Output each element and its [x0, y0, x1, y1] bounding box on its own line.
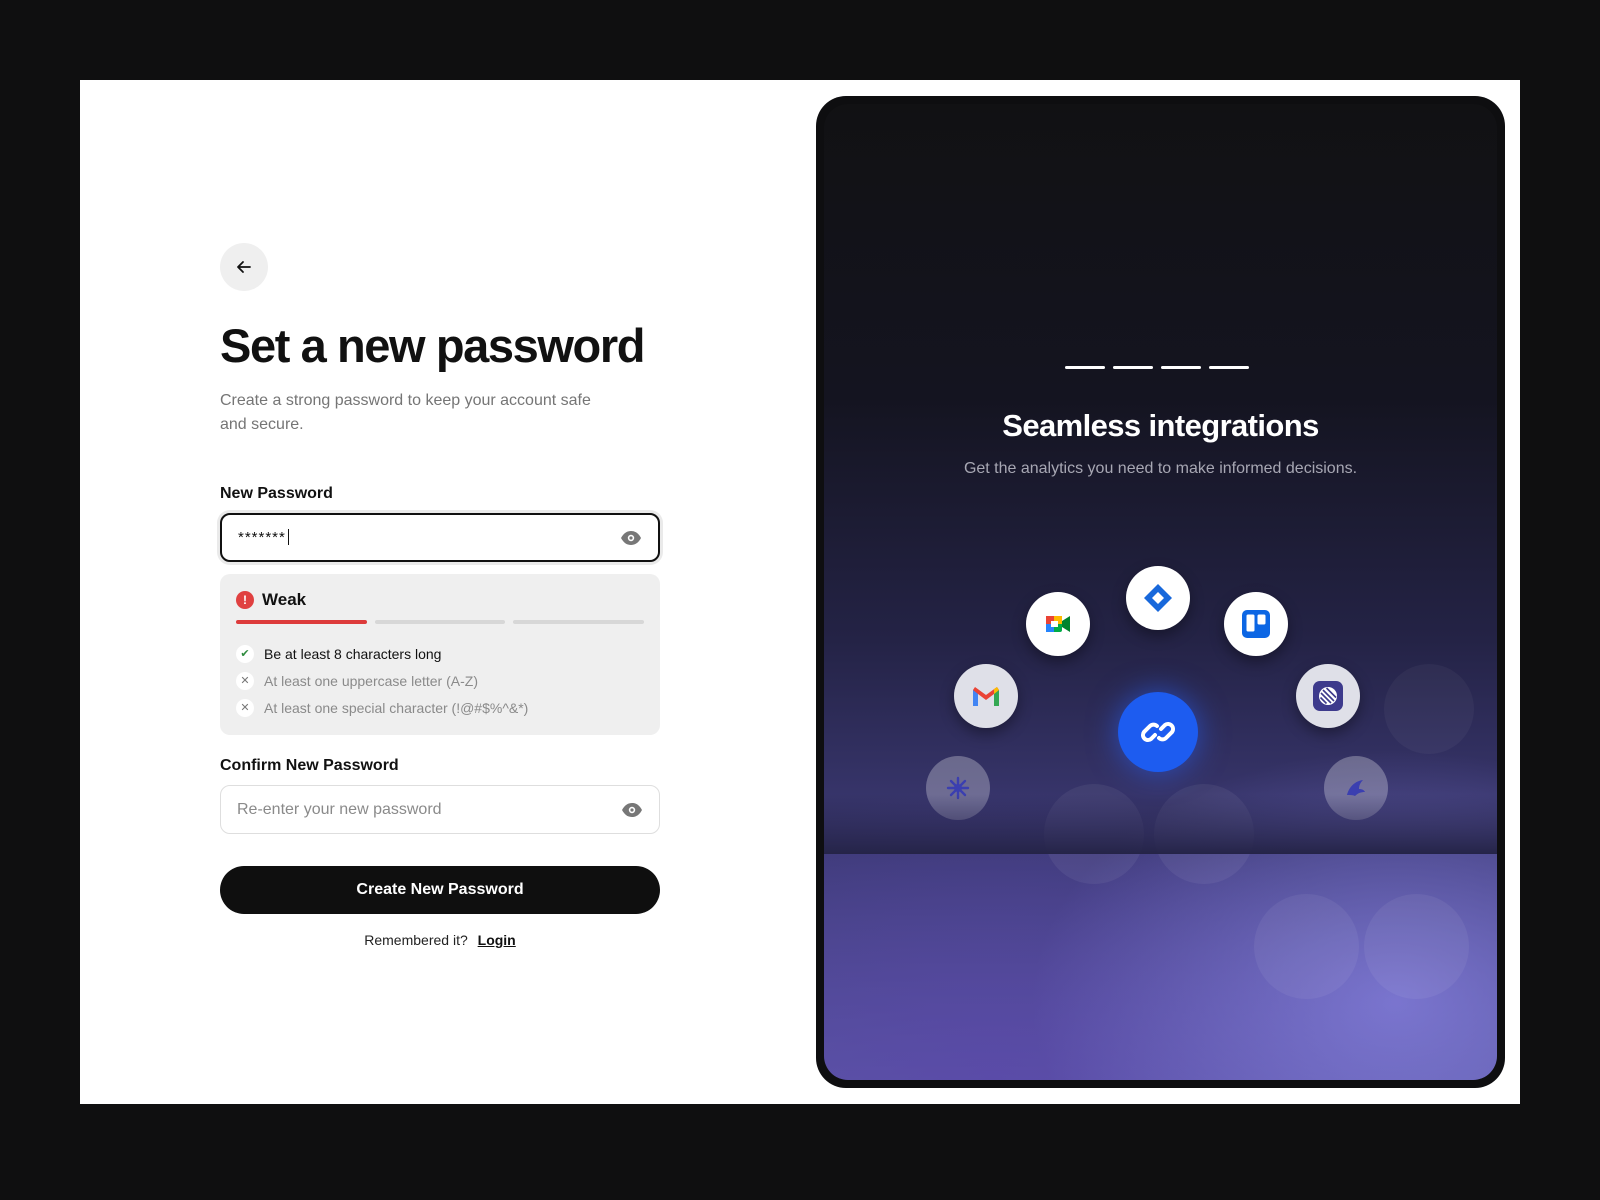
login-link[interactable]: Login — [478, 932, 516, 948]
panel-background: Seamless integrations Get the analytics … — [824, 104, 1497, 1080]
carousel-indicator[interactable] — [1065, 366, 1249, 369]
new-password-field[interactable]: ******* — [220, 513, 660, 563]
integrations-panel: Seamless integrations Get the analytics … — [816, 96, 1505, 1088]
app-frame: Set a new password Create a strong passw… — [80, 80, 1520, 1104]
carousel-dot[interactable] — [1209, 366, 1249, 369]
toggle-visibility-button[interactable] — [620, 527, 642, 549]
x-icon: ✕ — [236, 671, 254, 690]
footer-text: Remembered it? — [364, 932, 468, 949]
create-password-button[interactable]: Create New Password — [220, 866, 660, 915]
toggle-visibility-button[interactable] — [621, 799, 643, 821]
strength-segment — [513, 620, 645, 625]
linear-icon — [1296, 664, 1360, 728]
check-icon: ✔ — [236, 644, 254, 663]
trello-icon — [1224, 592, 1288, 656]
rule-item: ✕ At least one uppercase letter (A-Z) — [236, 667, 644, 694]
page-title: Set a new password — [220, 319, 645, 372]
alert-icon: ! — [236, 591, 254, 610]
rule-item: ✕ At least one special character (!@#$%^… — [236, 694, 644, 721]
carousel-dot[interactable] — [1065, 366, 1105, 369]
strength-segment — [374, 620, 506, 625]
password-strength-panel: ! Weak ✔ Be at least 8 characters long ✕… — [220, 574, 660, 736]
strength-segment — [236, 620, 367, 625]
confirm-password-label: Confirm New Password — [220, 757, 399, 775]
rule-text: Be at least 8 characters long — [264, 645, 442, 662]
back-button[interactable] — [220, 243, 268, 291]
login-prompt: Remembered it? Login — [220, 932, 660, 948]
panel-title: Seamless integrations — [1002, 408, 1319, 443]
arrow-left-icon — [237, 261, 251, 273]
panel-subtitle: Get the analytics you need to make infor… — [963, 460, 1358, 477]
rule-text: At least one uppercase letter (A-Z) — [264, 672, 478, 689]
new-password-label: New Password — [220, 485, 333, 503]
carousel-dot[interactable] — [1113, 366, 1153, 369]
icons-fade-overlay — [824, 794, 1497, 854]
carousel-dot[interactable] — [1161, 366, 1201, 369]
eye-icon — [622, 802, 642, 817]
password-rules: ✔ Be at least 8 characters long ✕ At lea… — [236, 640, 644, 721]
rule-item: ✔ Be at least 8 characters long — [236, 640, 644, 667]
google-meet-icon — [1026, 592, 1090, 656]
new-password-value: ******* — [238, 529, 620, 546]
bokeh-circle — [1384, 664, 1474, 754]
page-subtitle: Create a strong password to keep your ac… — [220, 392, 591, 434]
link-icon — [1118, 692, 1198, 772]
bokeh-circle — [1254, 894, 1359, 999]
x-icon: ✕ — [236, 698, 254, 717]
strength-level: Weak — [262, 590, 307, 610]
rule-text: At least one special character (!@#$%^&*… — [264, 699, 529, 716]
jira-icon — [1126, 566, 1190, 630]
eye-icon — [621, 530, 641, 545]
confirm-password-field[interactable]: Re-enter your new password — [220, 785, 660, 835]
gmail-icon — [954, 664, 1018, 728]
confirm-password-placeholder: Re-enter your new password — [237, 800, 442, 818]
strength-meter — [236, 620, 645, 625]
reset-password-form: Set a new password Create a strong passw… — [220, 243, 660, 948]
bokeh-circle — [1364, 894, 1469, 999]
